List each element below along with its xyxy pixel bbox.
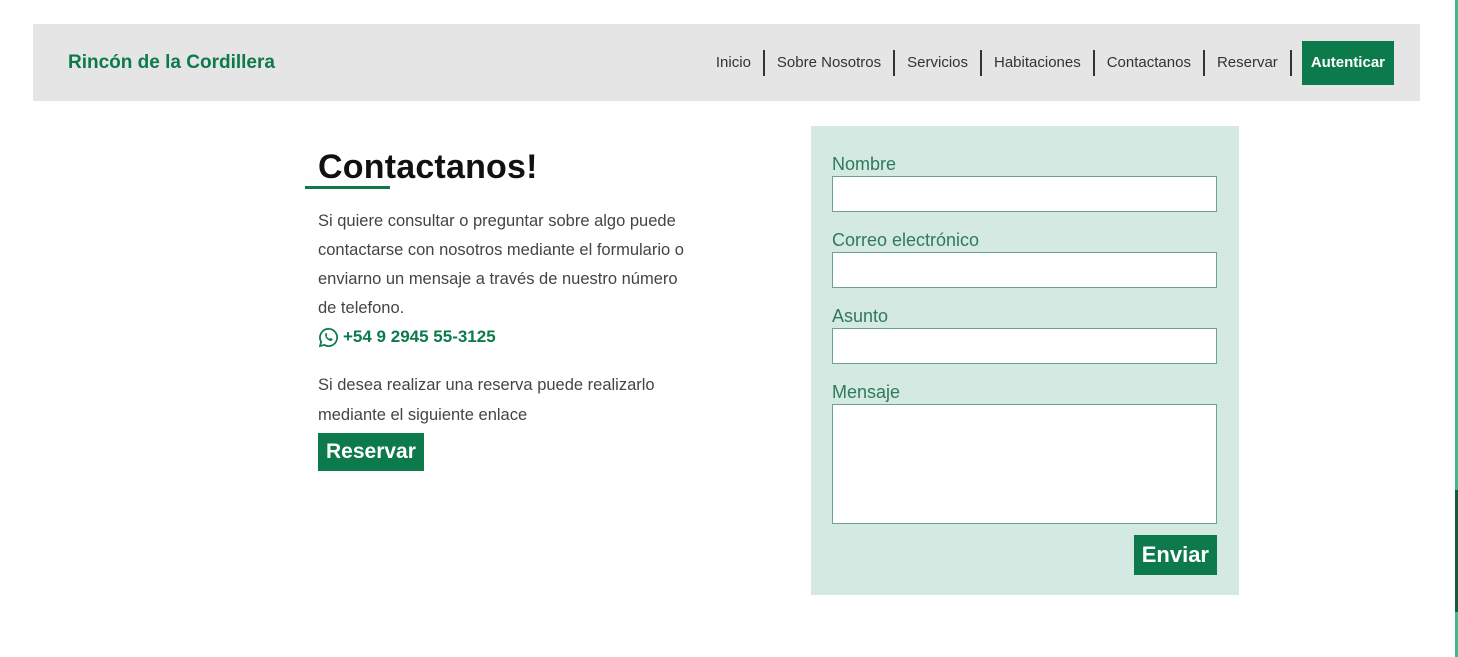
nav-link-inicio[interactable]: Inicio — [704, 49, 765, 76]
nav-link-contactanos[interactable]: Contactanos — [1095, 49, 1205, 76]
contact-form: Nombre Correo electrónico Asunto Mensaje… — [811, 126, 1239, 595]
name-label: Nombre — [832, 154, 897, 174]
phone-number: +54 9 2945 55-3125 — [343, 327, 496, 346]
nav-link-reservar[interactable]: Reservar — [1205, 49, 1292, 76]
nav-link-habitaciones[interactable]: Habitaciones — [982, 49, 1095, 76]
nav-link-sobre-nosotros[interactable]: Sobre Nosotros — [765, 49, 896, 76]
nav-link-servicios[interactable]: Servicios — [895, 49, 982, 76]
enviar-button[interactable]: Enviar — [1133, 535, 1217, 575]
reservar-button[interactable]: Reservar — [318, 433, 424, 471]
message-label: Mensaje — [832, 382, 901, 402]
contact-info: Contactanos! Si quiere consultar o pregu… — [305, 148, 698, 471]
submit-row: Enviar — [832, 535, 1218, 575]
email-input[interactable] — [832, 252, 1217, 288]
subject-label: Asunto — [832, 306, 889, 326]
brand-logo[interactable]: Rincón de la Cordillera — [68, 52, 275, 74]
autenticar-button[interactable]: Autenticar — [1301, 40, 1394, 85]
name-input[interactable] — [832, 176, 1217, 212]
title-underline — [305, 186, 390, 189]
contact-description: Si quiere consultar o preguntar sobre al… — [318, 212, 684, 317]
main-nav: Inicio Sobre Nosotros Servicios Habitaci… — [704, 40, 1394, 85]
page-title: Contactanos! — [305, 148, 698, 189]
navbar: Rincón de la Cordillera Inicio Sobre Nos… — [33, 24, 1420, 101]
phone-link[interactable]: +54 9 2945 55-3125 — [318, 324, 698, 350]
email-label: Correo electrónico — [832, 230, 980, 250]
subject-input[interactable] — [832, 328, 1217, 364]
message-textarea[interactable] — [832, 404, 1217, 524]
page-title-text: Contactanos! — [318, 148, 538, 186]
whatsapp-icon — [318, 327, 338, 347]
reserve-description: Si desea realizar una reserva puede real… — [318, 376, 655, 424]
